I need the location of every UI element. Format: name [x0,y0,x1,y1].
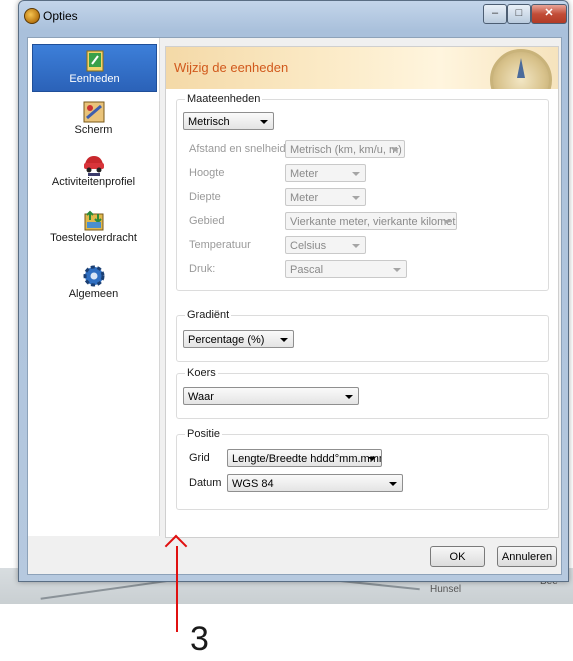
heading-select[interactable]: Waar [183,387,359,405]
group-legend: Gradiënt [185,309,232,321]
sidebar-item-label: Algemeen [68,288,119,300]
pressure-select: Pascal [285,260,407,278]
chevron-down-icon [260,120,268,124]
settings-panel: Wijzig de eenheden Maateenheden Metrisch… [165,46,559,538]
options-window: Opties – □ ✕ Eenheden Scherm Activiteite… [18,0,569,582]
app-icon [24,8,40,24]
car-icon [82,152,106,176]
sidebar-item-label: Toesteloverdracht [50,232,137,244]
ok-button[interactable]: OK [430,546,485,567]
grid-select[interactable]: Lengte/Breedte hddd°mm.mmm' [227,449,382,467]
screen-icon [82,100,106,124]
chevron-down-icon [393,268,401,272]
close-button[interactable]: ✕ [531,4,567,24]
compass-icon [490,49,552,89]
gradient-select[interactable]: Percentage (%) [183,330,294,348]
distance-select: Metrisch (km, km/u, m) [285,140,405,158]
pressure-label: Druk: [189,263,216,275]
minimize-icon: – [491,7,499,19]
gear-icon [82,264,106,288]
chevron-down-icon [280,338,288,342]
altitude-select: Meter [285,164,366,182]
select-value: Metrisch [188,116,230,128]
group-legend: Positie [185,428,223,440]
sidebar: Eenheden Scherm Activiteitenprofiel Toes… [28,38,160,536]
depth-select: Meter [285,188,366,206]
select-value: Celsius [290,240,327,252]
select-value: Metrisch (km, km/u, m) [290,144,402,156]
minimize-button[interactable]: – [483,4,507,24]
gradient-group: Gradiënt Percentage (%) [176,309,549,362]
select-value: WGS 84 [232,478,274,490]
sidebar-item-label: Eenheden [69,73,120,85]
select-value: Meter [290,192,319,204]
temperature-label: Temperatuur [189,239,251,251]
unit-system-select[interactable]: Metrisch [183,112,274,130]
dialog-client: Eenheden Scherm Activiteitenprofiel Toes… [27,37,562,575]
sidebar-item-activiteitenprofiel[interactable]: Activiteitenprofiel [28,152,159,196]
measurement-group: Maateenheden Metrisch Afstand en snelhei… [176,93,549,291]
grid-label: Grid [189,452,210,464]
annotation-number: 3 [190,620,209,658]
close-icon: ✕ [544,7,554,19]
distance-label: Afstand en snelheid: [189,143,289,155]
chevron-down-icon [391,148,399,152]
header-banner: Wijzig de eenheden [166,47,558,89]
chevron-down-icon [389,482,397,486]
datum-select[interactable]: WGS 84 [227,474,403,492]
heading-group: Koers Waar [176,367,549,419]
cancel-button[interactable]: Annuleren [497,546,557,567]
group-legend: Koers [185,367,218,379]
chevron-down-icon [352,244,360,248]
annotation-arrow [176,546,178,632]
sidebar-item-toesteloverdracht[interactable]: Toesteloverdracht [28,208,159,250]
chevron-down-icon [368,457,376,461]
chevron-down-icon [352,172,360,176]
group-legend: Maateenheden [185,93,263,105]
select-value: Lengte/Breedte hddd°mm.mmm' [232,453,382,465]
title-bar[interactable]: Opties – □ ✕ [19,1,568,31]
sidebar-item-algemeen[interactable]: Algemeen [28,264,159,306]
position-group: Positie Grid Lengte/Breedte hddd°mm.mmm'… [176,428,549,510]
sidebar-item-label: Scherm [74,124,113,136]
maximize-button[interactable]: □ [507,4,531,24]
map-label: Hunsel [430,584,462,595]
area-label: Gebied [189,215,225,227]
device-transfer-icon [82,208,106,232]
chevron-down-icon [352,196,360,200]
altitude-label: Hoogte [189,167,225,179]
select-value: Vierkante meter, vierkante kilometer [290,216,457,228]
maximize-icon: □ [515,7,523,19]
chevron-down-icon [443,220,451,224]
page-title: Wijzig de eenheden [174,60,289,75]
select-value: Meter [290,168,319,180]
depth-label: Diepte [189,191,221,203]
select-value: Pascal [290,264,324,276]
temperature-select: Celsius [285,236,366,254]
units-icon [83,49,107,73]
window-title: Opties [43,9,78,23]
sidebar-item-eenheden[interactable]: Eenheden [32,44,157,92]
datum-label: Datum [189,477,222,489]
select-value: Percentage (%) [188,334,265,346]
compass-needle [517,58,525,78]
area-select: Vierkante meter, vierkante kilometer [285,212,457,230]
sidebar-item-scherm[interactable]: Scherm [28,100,159,140]
chevron-down-icon [345,395,353,399]
select-value: Waar [188,391,214,403]
